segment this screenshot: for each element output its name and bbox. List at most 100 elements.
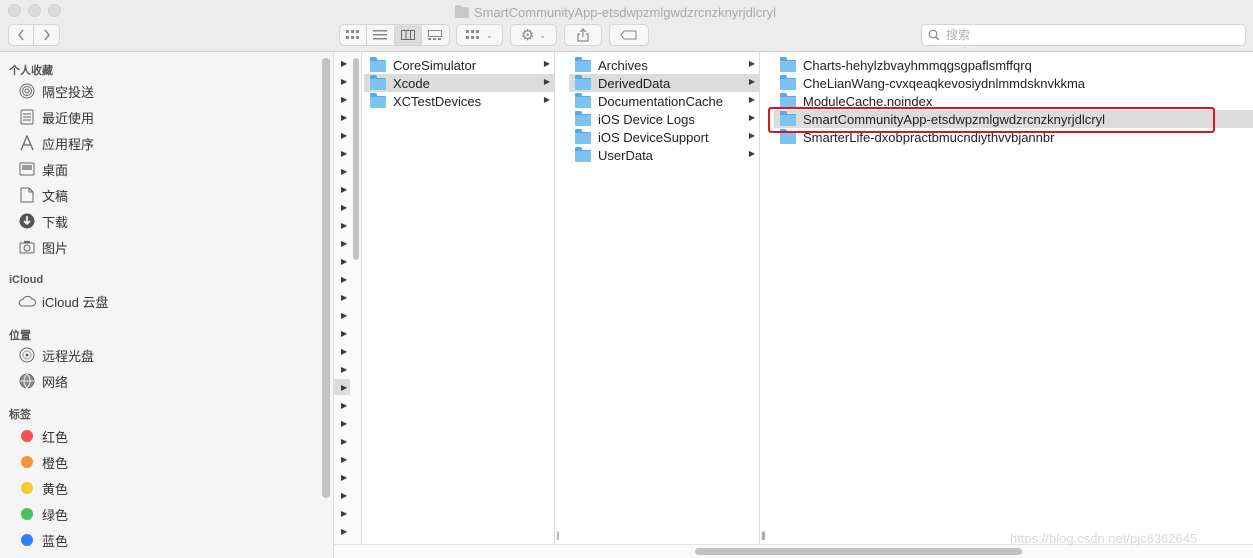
chevron-right-icon[interactable]: ▶ [341, 526, 349, 538]
sidebar-item-tag-orange[interactable]: 橙色 [17, 451, 68, 473]
chevron-right-icon[interactable]: ▶ [341, 310, 349, 322]
close-window-button[interactable] [8, 4, 21, 17]
folder-row-coresimulator[interactable]: CoreSimulator ▶ [364, 56, 554, 74]
sidebar-item-downloads[interactable]: 下载 [17, 210, 68, 232]
sidebar-item-documents[interactable]: 文稿 [17, 184, 68, 206]
chevron-right-icon[interactable]: ▶ [341, 454, 349, 466]
sidebar-item-applications[interactable]: 应用程序 [17, 132, 94, 154]
share-button[interactable] [564, 24, 602, 46]
applications-icon [17, 133, 37, 153]
chevron-right-icon[interactable]: ▶ [341, 508, 349, 520]
column-view-icon [400, 30, 415, 40]
sidebar-item-pictures[interactable]: 图片 [17, 236, 68, 258]
edit-tags-button[interactable] [609, 24, 649, 46]
chevron-right-icon[interactable]: ▶ [341, 328, 349, 340]
chevron-right-icon[interactable]: ▶ [341, 436, 349, 448]
watermark-text: https://blog.csdn.net/pjc6362645 [1010, 531, 1198, 546]
chevron-right-icon[interactable]: ▶ [341, 364, 349, 376]
chevron-right-icon: ▶ [748, 113, 755, 122]
window-toolbar: SmartCommunityApp-etsdwpzmlgwdzrcnzknyrj… [0, 0, 1253, 52]
chevron-right-icon[interactable]: ▶ [341, 76, 349, 88]
network-icon [17, 371, 37, 391]
folder-icon [370, 57, 386, 72]
chevron-right-icon[interactable]: ▶ [341, 184, 349, 196]
sidebar-item-recents[interactable]: 最近使用 [17, 106, 94, 128]
sidebar-item-remote-disc[interactable]: 远程光盘 [17, 344, 94, 366]
chevron-right-icon[interactable]: ▶ [341, 166, 349, 178]
gallery-view-button[interactable] [422, 25, 449, 45]
sidebar-item-label: 隔空投送 [42, 84, 95, 100]
list-view-button[interactable] [367, 25, 395, 45]
chevron-right-icon[interactable]: ▶ [341, 112, 349, 124]
sidebar-item-tag-yellow[interactable]: 黄色 [17, 477, 68, 499]
folder-row-xctestdevices[interactable]: XCTestDevices ▶ [364, 92, 554, 110]
column-resize-handle[interactable]: || [556, 530, 560, 540]
column-scrollbar[interactable] [353, 58, 359, 260]
chevron-left-icon [18, 29, 24, 41]
airdrop-icon [17, 81, 37, 101]
folder-row-ios-devicesupport[interactable]: iOS DeviceSupport ▶ [569, 128, 759, 146]
action-menu-button[interactable]: ⚙ ⌄ [510, 24, 557, 46]
forward-button[interactable] [34, 25, 59, 45]
sidebar-item-label: 图片 [42, 240, 69, 256]
chevron-right-icon[interactable]: ▶ [341, 256, 349, 268]
chevron-right-icon[interactable]: ▶ [341, 382, 349, 394]
sidebar-item-tag-green[interactable]: 绿色 [17, 503, 68, 525]
sidebar-item-label: 绿色 [42, 507, 69, 523]
chevron-right-icon: ▶ [748, 149, 755, 158]
chevron-right-icon[interactable]: ▶ [341, 346, 349, 358]
folder-icon [370, 93, 386, 108]
sidebar-scrollbar[interactable] [322, 58, 330, 498]
sidebar-item-airdrop[interactable]: 隔空投送 [17, 80, 94, 102]
column-view-button[interactable] [394, 25, 422, 45]
sidebar-item-icloud-drive[interactable]: iCloud 云盘 [17, 290, 108, 312]
icon-view-icon [346, 30, 360, 39]
sidebar-item-tag-blue[interactable]: 蓝色 [17, 529, 68, 551]
folder-row-documentationcache[interactable]: DocumentationCache ▶ [569, 92, 759, 110]
folder-row-deriveddata[interactable]: DerivedData ▶ [569, 74, 759, 92]
tag-icon [620, 30, 637, 40]
chevron-right-icon[interactable]: ▶ [341, 238, 349, 250]
folder-row-xcode[interactable]: Xcode ▶ [364, 74, 554, 92]
chevron-right-icon[interactable]: ▶ [341, 220, 349, 232]
minimize-window-button[interactable] [28, 4, 41, 17]
chevron-right-icon[interactable]: ▶ [341, 400, 349, 412]
chevron-right-icon[interactable]: ▶ [341, 472, 349, 484]
icon-view-button[interactable] [340, 25, 368, 45]
view-mode-control [339, 24, 450, 46]
chevron-right-icon[interactable]: ▶ [341, 130, 349, 142]
pictures-icon [17, 237, 37, 257]
locations-header: 位置 [9, 330, 31, 342]
folder-row-ios-device-logs[interactable]: iOS Device Logs ▶ [569, 110, 759, 128]
chevron-right-icon[interactable]: ▶ [341, 94, 349, 106]
folder-row-charts[interactable]: Charts-hehylzbvayhmmqgsgpaflsmffqrq [774, 56, 1253, 74]
chevron-right-icon[interactable]: ▶ [341, 202, 349, 214]
group-by-button[interactable]: ⌄ [456, 24, 503, 46]
column-xcode: Archives ▶ DerivedData ▶ DocumentationCa… [567, 52, 765, 544]
sidebar-item-desktop[interactable]: 桌面 [17, 158, 68, 180]
folder-row-archives[interactable]: Archives ▶ [569, 56, 759, 74]
folder-row-chelianwang[interactable]: CheLianWang-cvxqeaqkevosiydnlmmdsknvkkma [774, 74, 1253, 92]
chevron-right-icon[interactable]: ▶ [341, 418, 349, 430]
folder-icon [575, 75, 591, 90]
chevron-right-icon[interactable]: ▶ [341, 58, 349, 70]
green-tag-icon [21, 508, 33, 520]
search-field[interactable] [921, 24, 1246, 46]
zoom-window-button[interactable] [48, 4, 61, 17]
chevron-right-icon[interactable]: ▶ [341, 274, 349, 286]
folder-row-userdata[interactable]: UserData ▶ [569, 146, 759, 164]
sidebar-item-tag-red[interactable]: 红色 [17, 425, 68, 447]
chevron-down-icon: ⌄ [486, 30, 493, 40]
documents-icon [17, 185, 37, 205]
sidebar-item-label: 文稿 [42, 188, 69, 204]
blue-tag-icon [21, 534, 33, 546]
chevron-right-icon[interactable]: ▶ [341, 148, 349, 160]
search-input[interactable] [946, 28, 1226, 42]
window-title: SmartCommunityApp-etsdwpzmlgwdzrcnzknyrj… [455, 3, 776, 21]
horizontal-scroll-thumb[interactable] [695, 548, 1022, 555]
sidebar-item-network[interactable]: 网络 [17, 370, 68, 392]
chevron-right-icon[interactable]: ▶ [341, 292, 349, 304]
column-resize-handle[interactable]: || [762, 530, 766, 540]
back-button[interactable] [9, 25, 34, 45]
chevron-right-icon[interactable]: ▶ [341, 490, 349, 502]
